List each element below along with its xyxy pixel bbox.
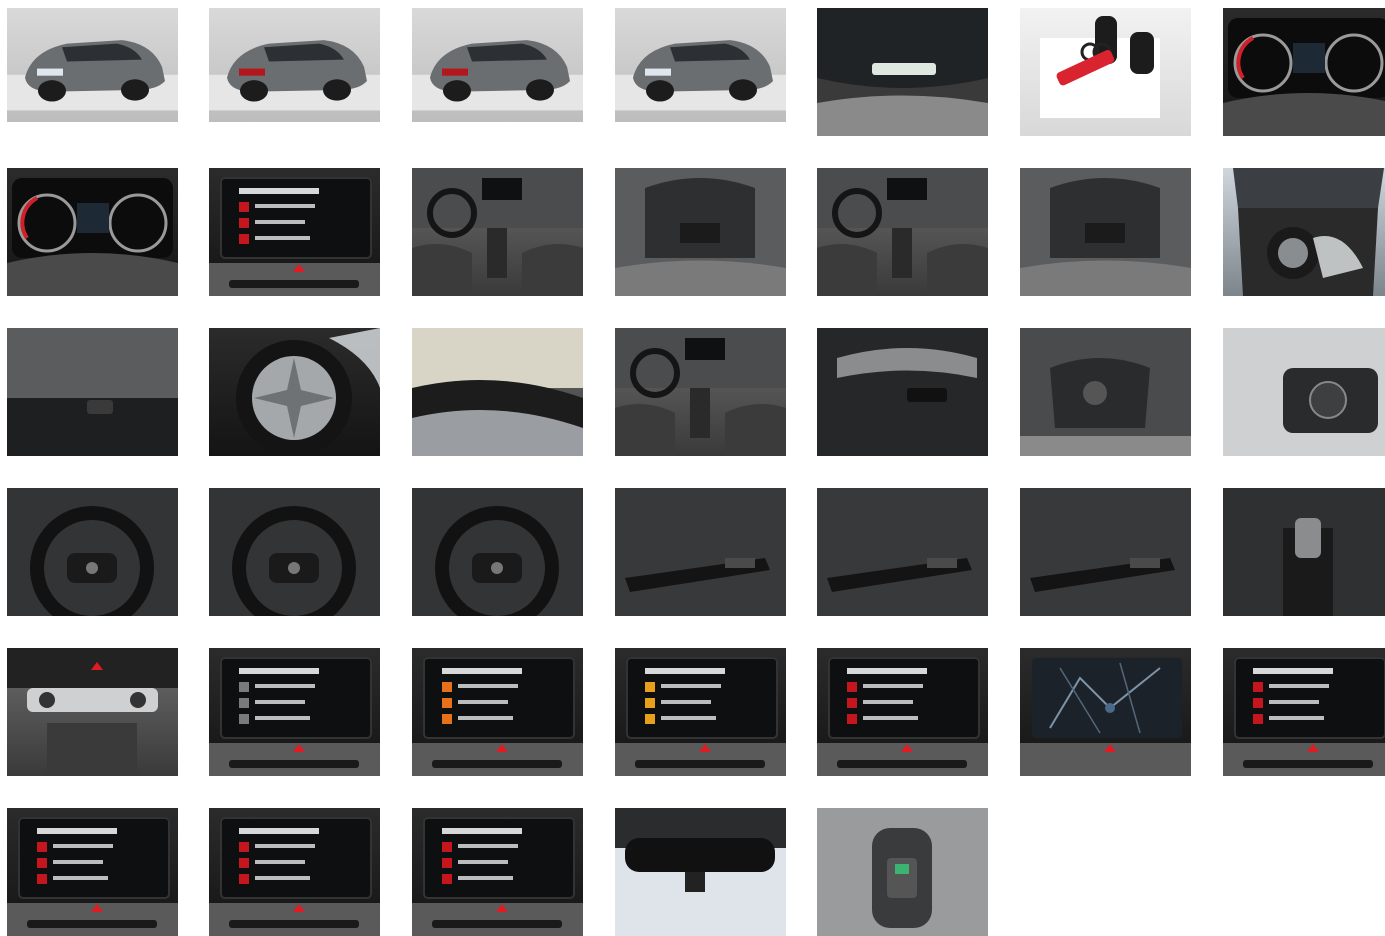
gallery-thumbnail-seat-controls[interactable] <box>1020 328 1191 456</box>
thumbnail-image <box>209 8 380 122</box>
gallery-thumbnail-infotainment-screen[interactable] <box>817 648 988 776</box>
gallery-thumbnail-dashboard-overview[interactable] <box>817 168 988 296</box>
thumbnail-image <box>7 328 178 456</box>
gallery-thumbnail-car-front-left[interactable] <box>7 8 178 122</box>
gallery-thumbnail-steering-wheel-left[interactable] <box>7 488 178 616</box>
gallery-thumbnail-alloy-wheel[interactable] <box>209 328 380 456</box>
gallery-thumbnail-infotainment-screen[interactable] <box>209 168 380 296</box>
thumbnail-image <box>1223 488 1385 616</box>
gallery-thumbnail-infotainment-screen[interactable] <box>209 808 380 936</box>
thumbnail-image <box>615 328 786 456</box>
gallery-thumbnail-rear-seat-door[interactable] <box>615 168 786 296</box>
gallery-thumbnail-steering-wheel[interactable] <box>412 488 583 616</box>
thumbnail-image <box>7 488 178 616</box>
thumbnail-image <box>817 8 988 136</box>
thumbnail-image <box>615 168 786 296</box>
thumbnail-image <box>209 808 380 936</box>
gallery-thumbnail-light-switch[interactable] <box>1223 328 1385 456</box>
thumbnail-image <box>1223 8 1385 136</box>
thumbnail-image <box>1020 168 1191 296</box>
gallery-thumbnail-car-rear-left[interactable] <box>412 8 583 122</box>
thumbnail-image <box>1223 168 1385 296</box>
thumbnail-image <box>412 808 583 936</box>
thumbnail-image <box>209 168 380 296</box>
gallery-thumbnail-infotainment-screen[interactable] <box>7 808 178 936</box>
gallery-thumbnail-instrument-cluster-detail[interactable] <box>7 168 178 296</box>
thumbnail-image <box>817 168 988 296</box>
thumbnail-image <box>412 328 583 456</box>
thumbnail-image <box>817 328 988 456</box>
thumbnail-image <box>412 8 583 122</box>
gallery-thumbnail-interior-front[interactable] <box>412 168 583 296</box>
gallery-thumbnail-infotainment-map[interactable] <box>1020 648 1191 776</box>
gallery-thumbnail-infotainment-screen[interactable] <box>412 648 583 776</box>
gallery-thumbnail-trunk-wheels[interactable] <box>1223 168 1385 296</box>
thumbnail-image <box>7 168 178 296</box>
gallery-thumbnail-keys[interactable] <box>1020 8 1191 136</box>
gallery-thumbnail-infotainment-screen[interactable] <box>1223 648 1385 776</box>
thumbnail-image <box>7 648 178 776</box>
gallery-thumbnail-tire-closeup[interactable] <box>412 328 583 456</box>
thumbnail-image <box>412 168 583 296</box>
thumbnail-image <box>7 8 178 122</box>
gallery-thumbnail-car-front-right[interactable] <box>615 8 786 122</box>
thumbnail-image <box>615 648 786 776</box>
gallery-thumbnail-infotainment-screen[interactable] <box>209 648 380 776</box>
gallery-thumbnail-infotainment-screen[interactable] <box>615 648 786 776</box>
gallery-thumbnail-steering-wheel-right[interactable] <box>209 488 380 616</box>
gallery-thumbnail-gear-selector[interactable] <box>1223 488 1385 616</box>
thumbnail-image <box>1020 328 1191 456</box>
gallery-thumbnail-rear-console[interactable] <box>1020 168 1191 296</box>
thumbnail-image <box>209 328 380 456</box>
thumbnail-image <box>817 488 988 616</box>
photo-gallery <box>0 0 1385 936</box>
thumbnail-image <box>7 808 178 936</box>
thumbnail-image <box>209 648 380 776</box>
thumbnail-image <box>1020 648 1191 776</box>
thumbnail-image <box>817 808 988 936</box>
gallery-thumbnail-door-panel[interactable] <box>817 328 988 456</box>
thumbnail-image <box>412 648 583 776</box>
thumbnail-image <box>412 488 583 616</box>
thumbnail-image <box>209 488 380 616</box>
gallery-thumbnail-interior-front[interactable] <box>615 328 786 456</box>
thumbnail-image <box>1223 648 1385 776</box>
gallery-thumbnail-infotainment-screen[interactable] <box>412 808 583 936</box>
thumbnail-image <box>1020 8 1191 136</box>
thumbnail-image <box>615 488 786 616</box>
gallery-thumbnail-cruise-stalk[interactable] <box>1020 488 1191 616</box>
gallery-thumbnail-indicator-stalk[interactable] <box>817 488 988 616</box>
gallery-thumbnail-instrument-cluster[interactable] <box>1223 8 1385 136</box>
gallery-thumbnail-car-rear[interactable] <box>209 8 380 122</box>
gallery-thumbnail-rearview-mirror[interactable] <box>615 808 786 936</box>
gallery-thumbnail-wiper-stalk[interactable] <box>615 488 786 616</box>
thumbnail-image <box>615 8 786 122</box>
thumbnail-image <box>1223 328 1385 456</box>
gallery-thumbnail-overhead-console[interactable] <box>817 808 988 936</box>
gallery-thumbnail-climate-controls[interactable] <box>7 648 178 776</box>
gallery-thumbnail-tailgate-button[interactable] <box>7 328 178 456</box>
thumbnail-image <box>817 648 988 776</box>
thumbnail-image <box>615 808 786 936</box>
thumbnail-image <box>1020 488 1191 616</box>
gallery-thumbnail-windshield-vin[interactable] <box>817 8 988 136</box>
